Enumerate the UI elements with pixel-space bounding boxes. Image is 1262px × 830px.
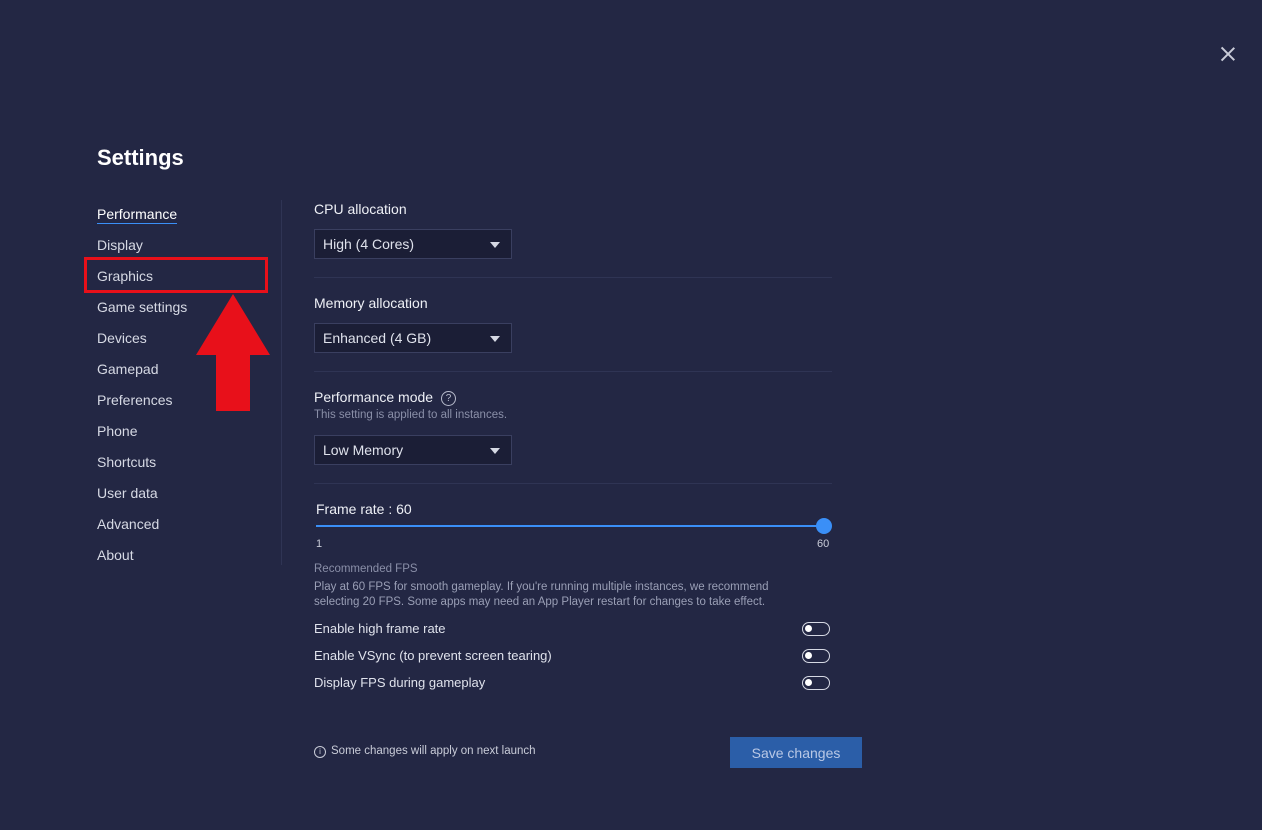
sidebar-item-label: Advanced	[97, 516, 160, 532]
sidebar-item-shortcuts[interactable]: Shortcuts	[97, 448, 277, 479]
recommended-fps-title: Recommended FPS	[314, 563, 418, 575]
cpu-allocation-value: High (4 Cores)	[323, 236, 415, 252]
sidebar-divider	[281, 200, 282, 565]
performance-mode-select[interactable]: Low Memory	[314, 435, 512, 465]
cpu-allocation-label: CPU allocation	[314, 201, 407, 217]
row-divider	[314, 277, 832, 278]
recommended-fps-text-line1: Play at 60 FPS for smooth gameplay. If y…	[314, 581, 769, 593]
recommended-fps-text-line2: selecting 20 FPS. Some apps may need an …	[314, 596, 766, 608]
chevron-down-icon	[490, 448, 500, 454]
vsync-toggle[interactable]	[802, 649, 830, 663]
save-changes-button[interactable]: Save changes	[730, 737, 862, 768]
sidebar-item-label: Devices	[97, 330, 147, 346]
display-fps-toggle[interactable]	[802, 676, 830, 690]
row-divider	[314, 371, 832, 372]
sidebar-item-graphics[interactable]: Graphics	[97, 262, 277, 293]
sidebar-item-label: Preferences	[97, 392, 173, 408]
frame-rate-slider-thumb[interactable]	[816, 518, 832, 534]
sidebar-item-label: Game settings	[97, 299, 188, 315]
memory-allocation-value: Enhanced (4 GB)	[323, 330, 432, 346]
frame-rate-max-label: 60	[817, 538, 830, 550]
sidebar-item-label: Shortcuts	[97, 454, 157, 470]
frame-rate-slider[interactable]	[316, 518, 832, 534]
close-icon[interactable]	[1218, 44, 1238, 64]
cpu-allocation-select[interactable]: High (4 Cores)	[314, 229, 512, 259]
performance-mode-label: Performance mode	[314, 389, 434, 405]
footer-note-text: Some changes will apply on next launch	[331, 745, 536, 757]
performance-mode-note: This setting is applied to all instances…	[314, 409, 508, 421]
sidebar-item-label: Performance	[97, 206, 178, 224]
frame-rate-label: Frame rate : 60	[316, 501, 412, 517]
frame-rate-min-label: 1	[316, 538, 323, 550]
sidebar-item-phone[interactable]: Phone	[97, 417, 277, 448]
performance-mode-heading: Performance mode?	[314, 389, 457, 406]
toggle-knob	[805, 679, 812, 686]
toggle-row-high-frame-rate: Enable high frame rate	[314, 620, 832, 640]
chevron-down-icon	[490, 336, 500, 342]
toggle-label: Enable VSync (to prevent screen tearing)	[314, 648, 552, 663]
help-icon[interactable]: ?	[441, 391, 457, 406]
toggle-knob	[805, 625, 812, 632]
chevron-down-icon	[490, 242, 500, 248]
memory-allocation-select[interactable]: Enhanced (4 GB)	[314, 323, 512, 353]
toggle-row-vsync: Enable VSync (to prevent screen tearing)	[314, 647, 832, 667]
sidebar-item-about[interactable]: About	[97, 541, 277, 572]
sidebar-item-label: About	[97, 547, 134, 563]
performance-mode-value: Low Memory	[323, 442, 404, 458]
toggle-label: Display FPS during gameplay	[314, 675, 486, 690]
memory-allocation-label: Memory allocation	[314, 295, 428, 311]
high-frame-rate-toggle[interactable]	[802, 622, 830, 636]
page-title: Settings	[97, 145, 184, 170]
toggle-label: Enable high frame rate	[314, 621, 446, 636]
sidebar-item-advanced[interactable]: Advanced	[97, 510, 277, 541]
row-divider	[314, 483, 832, 484]
settings-page: Settings Performance Display Graphics Ga…	[0, 0, 1262, 830]
toggle-knob	[805, 652, 812, 659]
sidebar-item-label: Display	[97, 237, 143, 253]
info-icon: i	[314, 746, 326, 758]
sidebar-item-label: Graphics	[97, 268, 154, 284]
sidebar-item-label: Gamepad	[97, 361, 159, 377]
sidebar-item-performance[interactable]: Performance	[97, 200, 277, 231]
sidebar-item-label: User data	[97, 485, 158, 501]
red-arrow-up-icon	[196, 294, 270, 411]
sidebar-item-label: Phone	[97, 423, 138, 439]
toggle-row-display-fps: Display FPS during gameplay	[314, 674, 832, 694]
sidebar-item-display[interactable]: Display	[97, 231, 277, 262]
sidebar-item-user-data[interactable]: User data	[97, 479, 277, 510]
frame-rate-slider-fill	[316, 525, 824, 527]
footer-note: i Some changes will apply on next launch	[314, 745, 536, 758]
